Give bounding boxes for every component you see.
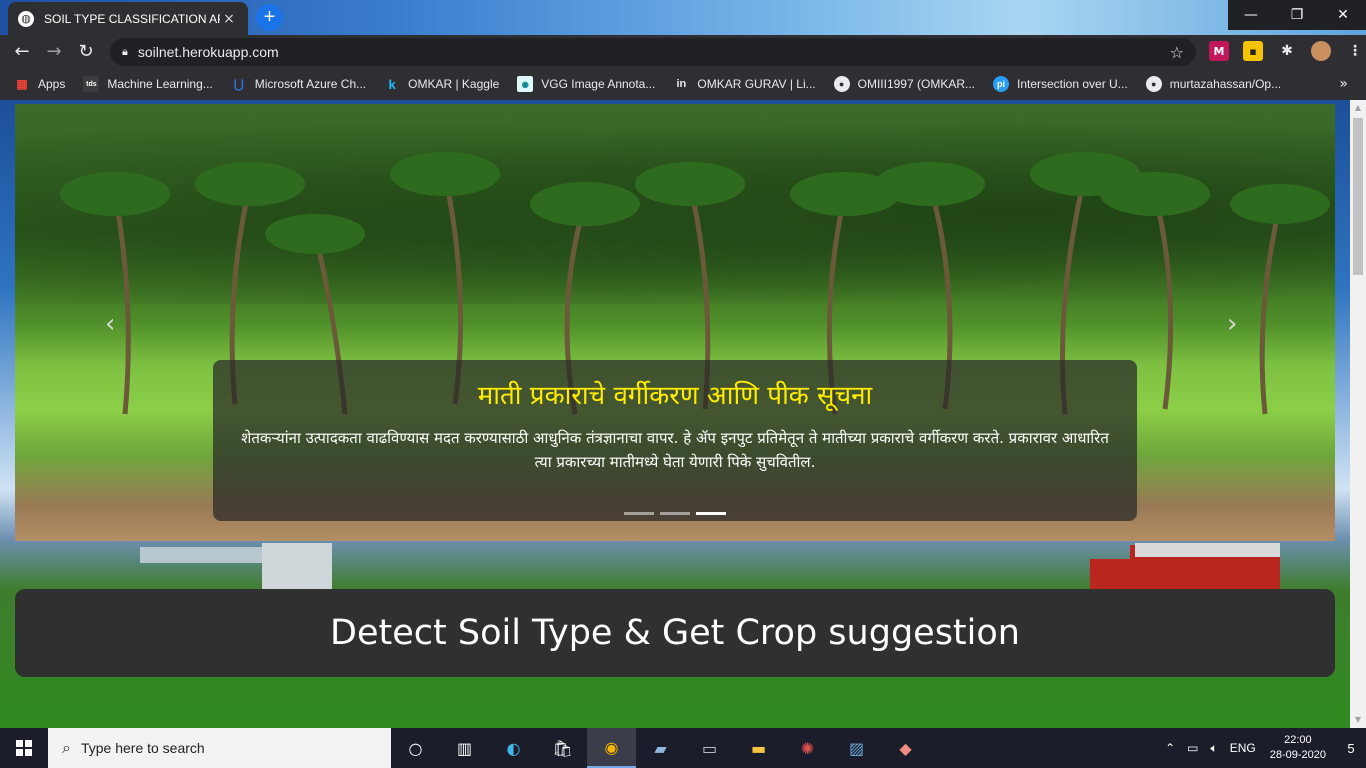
puzzle-extensions-icon[interactable]: ✱	[1277, 41, 1297, 61]
barn-roof	[1135, 543, 1280, 557]
window-controls: — ❐ ✕	[1228, 0, 1366, 30]
store-icon[interactable]: 🛍︎	[538, 728, 587, 768]
linkedin-icon: in	[676, 78, 687, 90]
scrollbar-thumb[interactable]	[1353, 118, 1363, 275]
apps-grid-icon: ▦	[16, 77, 28, 91]
bookmark-star-icon[interactable]: ☆	[1170, 43, 1184, 62]
lock-icon: 🔒︎	[122, 45, 128, 58]
taskbar-search-placeholder: Type here to search	[80, 740, 205, 756]
heading-banner: Detect Soil Type & Get Crop suggestion	[15, 589, 1335, 677]
tray-overflow-chevron-icon[interactable]: ⌃	[1165, 741, 1175, 755]
windows-start-button[interactable]	[0, 728, 48, 768]
bookmarks-overflow-button[interactable]: »	[1339, 76, 1348, 92]
globe-icon: ◍	[18, 10, 34, 27]
silo	[262, 543, 332, 591]
bookmark-linkedin[interactable]: in OMKAR GURAV | Li...	[673, 76, 815, 92]
anaconda-icon[interactable]: ▰	[636, 728, 685, 768]
new-tab-button[interactable]: +	[256, 4, 283, 31]
paint-icon[interactable]: ◆	[881, 728, 930, 768]
windows-logo-icon	[16, 740, 32, 756]
address-bar[interactable]: 🔒︎ soilnet.herokuapp.com ☆	[110, 38, 1196, 66]
close-tab-button[interactable]: ×	[220, 11, 238, 27]
bookmark-github-murtaza[interactable]: ● murtazahassan/Op...	[1145, 76, 1281, 92]
clock[interactable]: 22:00 28-09-2020	[1270, 733, 1326, 763]
photos-icon[interactable]: ▨	[832, 728, 881, 768]
browser-tab[interactable]: ◍ SOIL TYPE CLASSIFICATION API ×	[8, 2, 248, 35]
carousel-caption: माती प्रकाराचे वर्गीकरण आणि पीक सूचना शे…	[213, 360, 1137, 521]
carousel-indicator-2[interactable]	[660, 512, 690, 515]
carousel-indicator-3[interactable]	[696, 512, 726, 515]
scroll-up-arrow-icon[interactable]: ▲	[1350, 100, 1366, 116]
carousel-indicators	[213, 512, 1137, 515]
bookmark-iou[interactable]: pi Intersection over U...	[993, 76, 1128, 92]
bookmark-azure[interactable]: ⋃ Microsoft Azure Ch...	[231, 76, 366, 92]
bookmark-machine-learning[interactable]: tds Machine Learning...	[83, 76, 213, 92]
bookmarks-bar: ▦ Apps tds Machine Learning... ⋃ Microso…	[0, 68, 1366, 100]
carousel-next-button[interactable]: ›	[1227, 309, 1237, 339]
edge-icon[interactable]: ◐	[489, 728, 538, 768]
title-bar: ◍ SOIL TYPE CLASSIFICATION API × + — ❐ ✕	[0, 0, 1366, 35]
hero-carousel: ‹ › माती प्रकाराचे वर्गीकरण आणि पीक सूचन…	[15, 104, 1335, 541]
system-tray: ⌃ ▭ 🔈︎ ENG 22:00 28-09-2020 5	[1159, 728, 1366, 768]
page-scrollbar[interactable]: ▲ ▼	[1350, 100, 1366, 728]
github-icon: ●	[1145, 76, 1162, 92]
menu-kebab-icon[interactable]: ⋮	[1345, 41, 1365, 61]
restore-button[interactable]: ❐	[1274, 0, 1320, 30]
browser-toolbar: ← → ↻ 🔒︎ soilnet.herokuapp.com ☆ M ▪ ✱ ⋮	[0, 35, 1366, 68]
github-icon: ●	[833, 76, 850, 92]
scroll-down-arrow-icon[interactable]: ▼	[1350, 712, 1366, 728]
close-window-button[interactable]: ✕	[1320, 0, 1366, 30]
taskbar-search-box[interactable]: ⌕ Type here to search	[48, 728, 391, 768]
profile-avatar[interactable]	[1311, 41, 1331, 61]
mendeley-extension-icon[interactable]: M	[1209, 41, 1229, 61]
extensions-area: M ▪ ✱ ⋮	[1202, 41, 1366, 61]
url-text[interactable]: soilnet.herokuapp.com	[138, 44, 1170, 60]
vgg-icon: ◉	[517, 76, 534, 92]
bookmark-github-omiii[interactable]: ● OMIII1997 (OMKAR...	[833, 76, 975, 92]
kaggle-icon: k	[388, 76, 396, 92]
page-viewport: ‹ › माती प्रकाराचे वर्गीकरण आणि पीक सूचन…	[0, 100, 1350, 728]
clock-date: 28-09-2020	[1269, 749, 1326, 761]
bookmark-apps[interactable]: ▦ Apps	[14, 76, 65, 92]
notification-count: 5	[1347, 740, 1355, 756]
network-icon[interactable]: ✺	[783, 728, 832, 768]
cortana-icon[interactable]: ○	[391, 728, 440, 768]
minimize-button[interactable]: —	[1228, 0, 1274, 30]
azure-icon: ⋃	[233, 77, 244, 91]
forward-arrow-icon[interactable]: →	[38, 36, 70, 68]
page-heading: Detect Soil Type & Get Crop suggestion	[330, 613, 1020, 653]
clock-time: 22:00	[1284, 734, 1312, 746]
battery-icon[interactable]: ▭	[1187, 741, 1198, 755]
chrome-icon[interactable]: ◉	[587, 728, 636, 768]
bookmark-vgg[interactable]: ◉ VGG Image Annota...	[517, 76, 655, 92]
notification-center-icon[interactable]: 5	[1336, 741, 1366, 756]
search-icon: ⌕	[62, 738, 71, 757]
file-explorer-icon[interactable]: ▬	[734, 728, 783, 768]
tab-title: SOIL TYPE CLASSIFICATION API	[44, 11, 220, 26]
back-arrow-icon[interactable]: ←	[6, 36, 38, 68]
terminal-icon[interactable]: ▭	[685, 728, 734, 768]
shed-roof	[140, 547, 270, 563]
carousel-prev-button[interactable]: ‹	[105, 309, 115, 339]
bookmark-kaggle[interactable]: k OMKAR | Kaggle	[384, 76, 500, 92]
windows-taskbar: ⌕ Type here to search ○ ▥ ◐ 🛍︎ ◉ ▰ ▭ ▬ ✺…	[0, 728, 1366, 768]
carousel-indicator-1[interactable]	[624, 512, 654, 515]
language-indicator[interactable]: ENG	[1230, 741, 1256, 755]
reload-icon[interactable]: ↻	[70, 36, 102, 68]
carousel-caption-title: माती प्रकाराचे वर्गीकरण आणि पीक सूचना	[477, 381, 873, 411]
volume-icon[interactable]: 🔈︎	[1211, 741, 1218, 756]
carousel-caption-text: शेतकऱ्यांना उत्पादकता वाढविण्यास मदत करण…	[241, 429, 1109, 471]
pyimagesearch-icon: pi	[993, 76, 1009, 92]
tds-icon: tds	[83, 76, 100, 92]
note-extension-icon[interactable]: ▪	[1243, 41, 1263, 61]
task-view-icon[interactable]: ▥	[440, 728, 489, 768]
